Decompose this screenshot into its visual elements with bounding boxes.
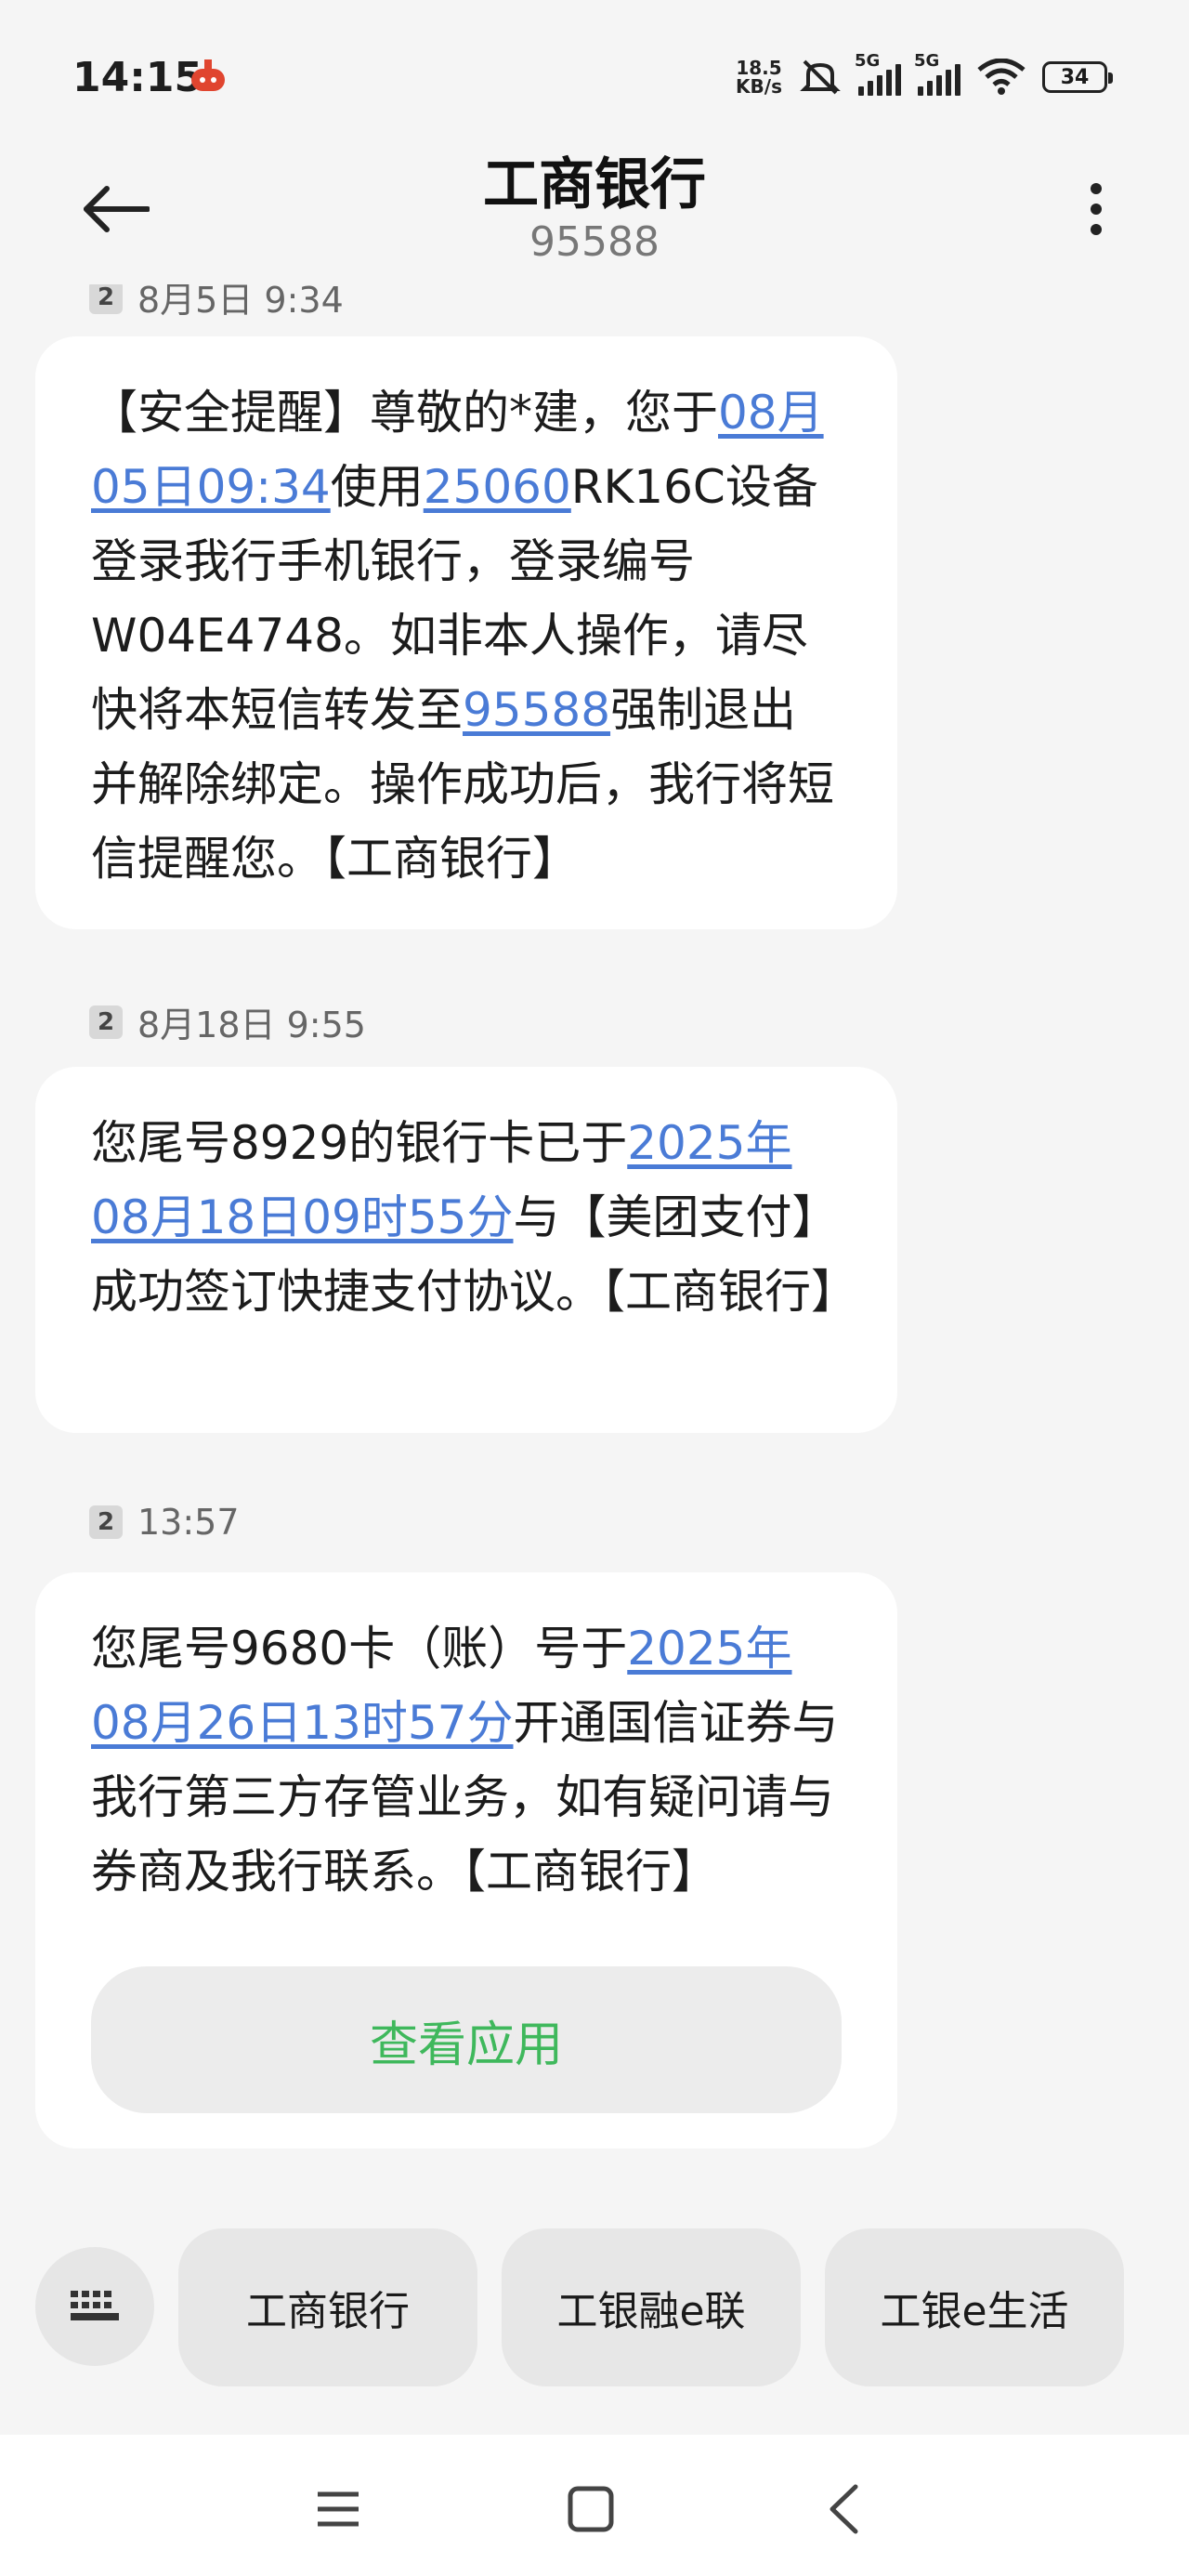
message-bubble[interactable]: 您尾号8929的银行卡已于2025年08月18日09时55分与【美团支付】成功签… — [35, 1067, 897, 1433]
number-link[interactable]: 25060 — [424, 460, 571, 514]
contact-title: 工商银行 — [483, 152, 706, 217]
wifi-icon — [977, 59, 1026, 95]
nav-menu-button[interactable] — [292, 2463, 385, 2556]
nav-home-button[interactable] — [544, 2463, 637, 2556]
quick-reply-chip[interactable]: 工商银行 — [178, 2228, 477, 2386]
network-speed: 18.5 KB/s — [736, 57, 782, 98]
notification-app-icon — [191, 59, 225, 91]
message-text: 您尾号8929的银行卡已于 — [91, 1116, 628, 1170]
message-text: 【安全提醒】尊敬的*建，您于 — [91, 386, 718, 440]
chevron-left-icon — [830, 2484, 858, 2534]
status-time: 14:15 — [72, 54, 203, 101]
message-text: 使用 — [330, 460, 424, 514]
nav-back-button[interactable] — [797, 2463, 890, 2556]
conversation-header: 工商银行 95588 — [0, 130, 1189, 288]
contact-number: 95588 — [529, 218, 660, 266]
sim-badge: 2 — [89, 284, 123, 314]
message-timestamp: 2 8月18日 9:55 — [89, 996, 366, 1047]
sim-badge: 2 — [89, 1505, 123, 1539]
keyboard-icon — [71, 2291, 119, 2320]
quick-reply-chip[interactable]: 工银e生活 — [825, 2228, 1124, 2386]
message-text: 您尾号9680卡（账）号于 — [91, 1622, 628, 1676]
message-timestamp: 2 13:57 — [89, 1502, 240, 1543]
battery-icon: 34 — [1042, 61, 1113, 93]
mute-icon — [800, 59, 841, 95]
message-bubble[interactable]: 您尾号9680卡（账）号于2025年08月26日13时57分开通国信证券与我行第… — [35, 1572, 897, 2149]
more-vertical-icon — [1091, 183, 1102, 235]
square-home-icon — [568, 2486, 614, 2532]
menu-lines-icon — [318, 2491, 359, 2527]
signal-icon-2: 5G — [914, 51, 960, 96]
signal-icon-1: 5G — [855, 51, 901, 96]
phone-link[interactable]: 95588 — [463, 683, 610, 737]
view-app-button[interactable]: 查看应用 — [91, 1966, 842, 2113]
keyboard-button[interactable] — [35, 2247, 154, 2366]
more-options-button[interactable] — [1059, 167, 1133, 251]
message-bubble[interactable]: 【安全提醒】尊敬的*建，您于08月05日09:34使用25060RK16C设备登… — [35, 336, 897, 929]
system-navigation-bar — [0, 2435, 1189, 2576]
quick-reply-chip[interactable]: 工银融e联 — [502, 2228, 801, 2386]
sim-badge: 2 — [89, 1005, 123, 1039]
quick-reply-bar: 工商银行 工银融e联 工银e生活 — [0, 2228, 1189, 2388]
